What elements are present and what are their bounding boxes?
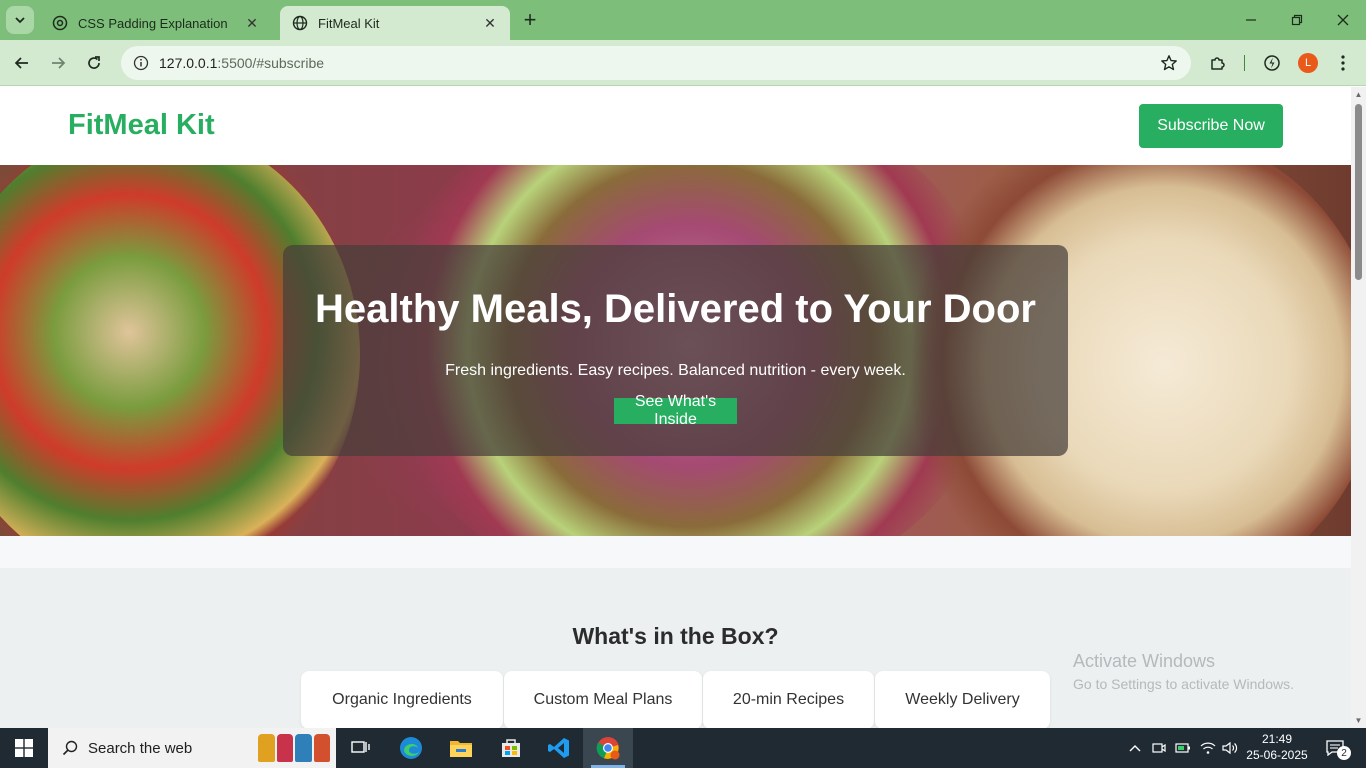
- edge-icon: [400, 737, 422, 759]
- globe-icon: [292, 15, 308, 31]
- url-host: 127.0.0.1: [159, 55, 218, 71]
- arrow-left-icon: [14, 57, 28, 69]
- restore-icon: [1291, 14, 1303, 26]
- scroll-up-icon[interactable]: ▲: [1354, 90, 1363, 99]
- section-divider: [0, 536, 1351, 568]
- forward-button[interactable]: [44, 49, 72, 77]
- chatgpt-icon: [52, 15, 68, 31]
- store-icon: [502, 739, 520, 757]
- meet-now-icon[interactable]: [1149, 728, 1169, 768]
- site-info-icon[interactable]: [131, 53, 151, 73]
- site-logo[interactable]: FitMeal Kit: [68, 109, 215, 142]
- more-menu-icon[interactable]: [1332, 52, 1354, 74]
- restore-button[interactable]: [1274, 0, 1320, 40]
- file-explorer-app[interactable]: [436, 728, 486, 768]
- hero-section: Healthy Meals, Delivered to Your Door Fr…: [0, 165, 1351, 536]
- url-text[interactable]: 127.0.0.1:5500/#subscribe: [159, 55, 324, 71]
- chrome-app[interactable]: [583, 728, 633, 768]
- site-header: FitMeal Kit Subscribe Now: [0, 87, 1351, 165]
- notification-count-badge: 2: [1337, 746, 1351, 760]
- address-bar[interactable]: 127.0.0.1:5500/#subscribe: [121, 46, 1191, 80]
- bookmark-star-icon[interactable]: [1159, 53, 1179, 73]
- system-clock[interactable]: 21:49 25-06-2025: [1246, 731, 1308, 763]
- new-tab-button[interactable]: +: [518, 7, 542, 32]
- clock-time: 21:49: [1261, 732, 1293, 746]
- watermark-subtitle: Go to Settings to activate Windows.: [1073, 676, 1294, 692]
- tab-fitmeal-kit[interactable]: FitMeal Kit ✕: [280, 6, 510, 40]
- windows-logo-icon: [15, 739, 33, 757]
- performance-icon[interactable]: [1261, 52, 1283, 74]
- search-icon: [60, 738, 80, 758]
- scroll-down-icon[interactable]: ▼: [1354, 716, 1363, 725]
- whats-in-the-box-section: What's in the Box? Organic Ingredients C…: [0, 568, 1351, 728]
- search-highlight-image: [258, 734, 330, 762]
- show-hidden-icons-button[interactable]: [1125, 728, 1145, 768]
- hero-subtitle: Fresh ingredients. Easy recipes. Balance…: [445, 362, 906, 379]
- search-placeholder: Search the web: [88, 739, 193, 757]
- close-icon[interactable]: ✕: [244, 15, 260, 31]
- toolbar-divider: [1244, 55, 1245, 71]
- volume-icon[interactable]: [1220, 728, 1240, 768]
- feature-card-20-min-recipes: 20-min Recipes: [703, 671, 874, 728]
- vscode-app[interactable]: [534, 728, 584, 768]
- web-page: FitMeal Kit Subscribe Now Healthy Meals,…: [0, 87, 1351, 728]
- arrow-right-icon: [52, 57, 66, 69]
- microsoft-store-app[interactable]: [486, 728, 536, 768]
- section-title: What's in the Box?: [572, 623, 779, 649]
- activate-windows-watermark: Activate Windows Go to Settings to activ…: [1073, 651, 1294, 692]
- windows-taskbar: Search the web 21:49 25-06-2025 2: [0, 728, 1366, 768]
- taskbar-search-box[interactable]: Search the web: [48, 728, 336, 768]
- url-path: :5500/#subscribe: [217, 55, 325, 71]
- close-window-button[interactable]: [1320, 0, 1366, 40]
- chevron-up-icon: [1129, 745, 1141, 752]
- tab-css-padding[interactable]: CSS Padding Explanation ✕: [40, 6, 272, 40]
- vscode-icon: [548, 738, 569, 758]
- tab-title: FitMeal Kit: [318, 15, 380, 31]
- tab-search-button[interactable]: [6, 6, 34, 34]
- action-center-button[interactable]: 2: [1322, 736, 1351, 760]
- back-button[interactable]: [8, 49, 36, 77]
- minimize-icon: [1246, 19, 1256, 21]
- profile-avatar[interactable]: L: [1298, 53, 1318, 73]
- extensions-icon[interactable]: [1207, 52, 1229, 74]
- reload-icon: [88, 56, 100, 69]
- browser-tab-strip: CSS Padding Explanation ✕ FitMeal Kit ✕ …: [0, 0, 1366, 40]
- hero-card: Healthy Meals, Delivered to Your Door Fr…: [283, 245, 1068, 456]
- chevron-down-icon: [15, 17, 25, 24]
- folder-icon: [450, 741, 472, 757]
- feature-card-weekly-delivery: Weekly Delivery: [875, 671, 1050, 728]
- scrollbar-thumb[interactable]: [1355, 104, 1362, 280]
- minimize-button[interactable]: [1228, 0, 1274, 40]
- browser-toolbar: 127.0.0.1:5500/#subscribe: [0, 40, 1366, 86]
- chrome-icon: [596, 737, 620, 760]
- feature-card-custom-meal-plans: Custom Meal Plans: [504, 671, 702, 728]
- see-whats-inside-button[interactable]: See What's Inside: [614, 393, 737, 428]
- clock-date: 25-06-2025: [1246, 748, 1308, 762]
- feature-card-organic-ingredients: Organic Ingredients: [301, 671, 503, 728]
- hero-title: Healthy Meals, Delivered to Your Door: [315, 287, 1036, 331]
- subscribe-now-button[interactable]: Subscribe Now: [1139, 104, 1283, 148]
- reload-button[interactable]: [80, 49, 108, 77]
- tab-title: CSS Padding Explanation: [78, 15, 228, 31]
- start-button[interactable]: [0, 728, 48, 768]
- battery-icon[interactable]: [1173, 728, 1193, 768]
- edge-app[interactable]: [386, 728, 436, 768]
- wifi-icon[interactable]: [1198, 728, 1218, 768]
- page-scrollbar[interactable]: ▲ ▼: [1351, 87, 1366, 728]
- task-view-button[interactable]: [336, 728, 386, 768]
- close-icon: [1337, 14, 1349, 26]
- close-icon[interactable]: ✕: [482, 15, 498, 31]
- watermark-title: Activate Windows: [1073, 651, 1216, 671]
- task-view-icon: [351, 741, 370, 753]
